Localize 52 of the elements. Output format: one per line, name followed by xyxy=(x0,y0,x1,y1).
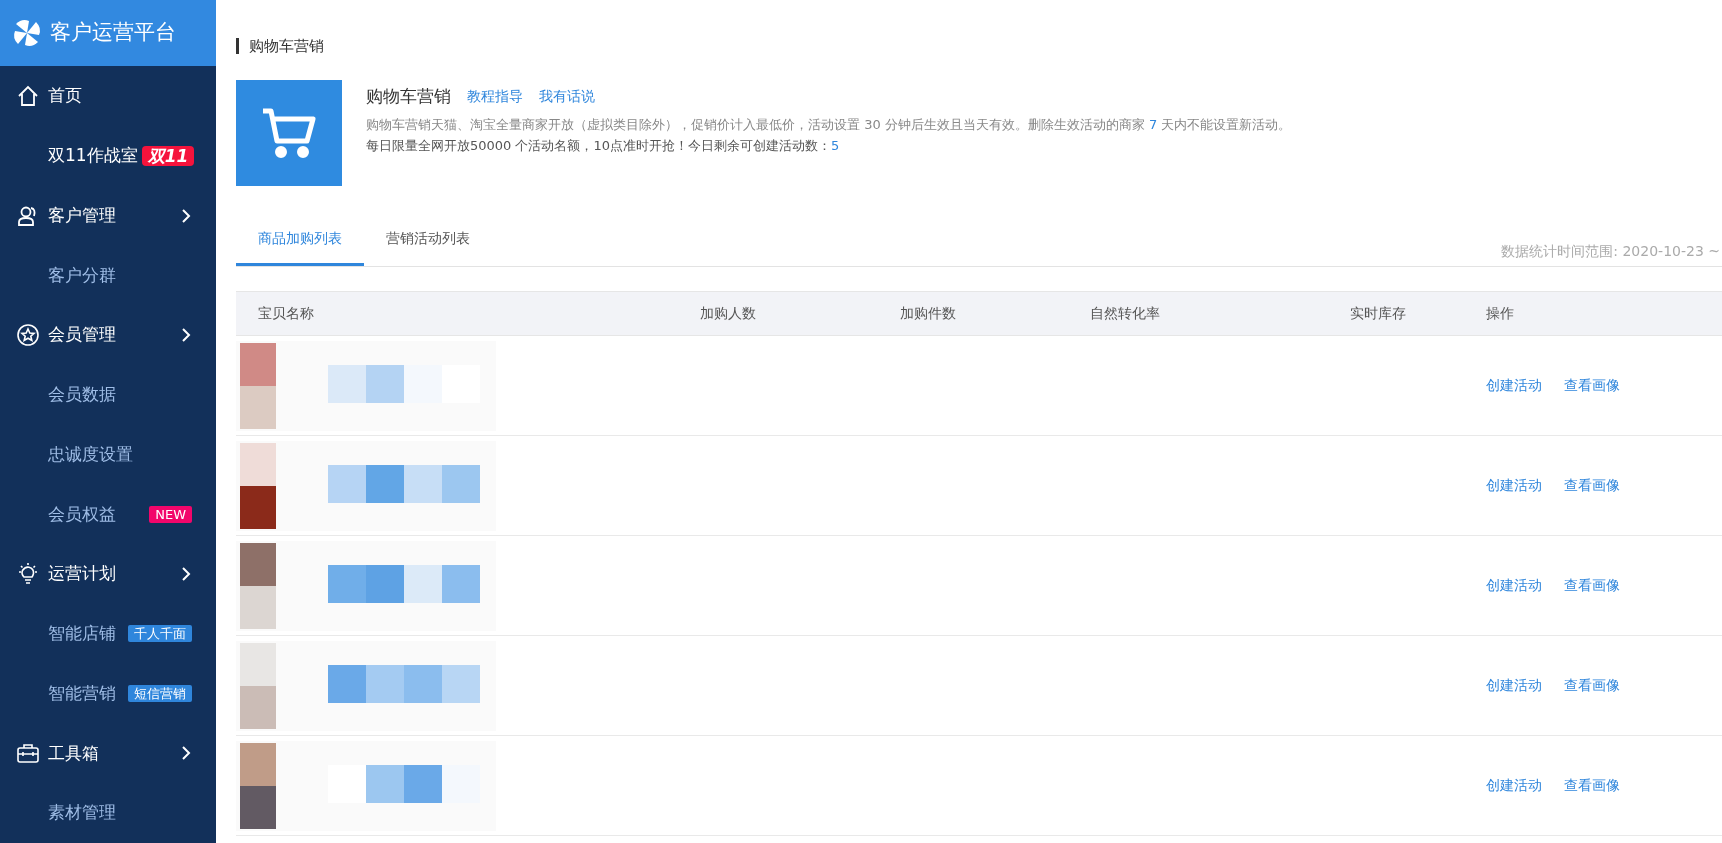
sidebar-item[interactable]: 会员数据 xyxy=(0,365,216,425)
action-link[interactable]: 查看画像 xyxy=(1564,577,1620,593)
sidebar-item[interactable]: 运营计划 xyxy=(0,544,216,604)
sidebar-item[interactable]: 客户分群 xyxy=(0,245,216,306)
date-range-text: 数据统计时间范围: 2020-10-23 ~ xyxy=(1501,242,1720,261)
action-link[interactable]: 创建活动 xyxy=(1486,477,1542,493)
action-link[interactable]: 查看画像 xyxy=(1564,477,1620,493)
sidebar-item[interactable]: 素材管理 xyxy=(0,783,216,843)
chevron-icon xyxy=(180,327,192,344)
brand-title: 客户运营平台 xyxy=(50,19,176,47)
sidebar-badge: 双11 xyxy=(141,145,195,166)
action-link[interactable]: 查看画像 xyxy=(1564,777,1620,793)
action-link[interactable]: 查看画像 xyxy=(1564,377,1620,393)
home-icon xyxy=(16,84,40,109)
tab[interactable]: 商品加购列表 xyxy=(236,214,364,266)
chevron-icon xyxy=(180,566,192,583)
page-title: 购物车营销 xyxy=(236,38,1722,54)
sidebar-item[interactable]: 会员管理 xyxy=(0,305,216,366)
sidebar-item[interactable]: 忠诚度设置 xyxy=(0,424,216,485)
sidebar-item[interactable]: 客户管理 xyxy=(0,185,216,246)
tab[interactable]: 营销活动列表 xyxy=(364,214,492,266)
quota-text: 每日限量全网开放50000 个活动名额，10点准时开抢！今日剩余可创建活动数：5 xyxy=(366,136,841,155)
description-text: 购物车营销天猫、淘宝全量商家开放（虚拟类目除外），促销价计入最低价，活动设置 30 分钟后生效且当天有效。删除生效活动的商家 7 天内不能设置新活动。 xyxy=(366,115,1292,134)
action-link[interactable]: 创建活动 xyxy=(1486,377,1542,393)
column-header: 加购件数 xyxy=(899,304,957,323)
sidebar-badge: NEW xyxy=(149,505,192,523)
column-header: 宝贝名称 xyxy=(257,304,315,323)
column-header: 加购人数 xyxy=(699,304,757,323)
link[interactable]: 教程指导 xyxy=(467,86,523,108)
cart-icon xyxy=(261,107,317,159)
column-header: 自然转化率 xyxy=(1089,304,1161,323)
sidebar-item[interactable]: 双11作战室 双11 xyxy=(0,126,216,186)
sidebar-item[interactable]: 首页 xyxy=(0,66,216,127)
action-link[interactable]: 查看画像 xyxy=(1564,677,1620,693)
sidebar-badge: 短信营销 xyxy=(128,685,192,703)
column-header: 实时库存 xyxy=(1349,304,1407,323)
column-header: 操作 xyxy=(1486,304,1515,323)
logo-icon xyxy=(12,18,42,49)
sidebar-item[interactable]: 智能店铺 千人千面 xyxy=(0,604,216,664)
chevron-icon xyxy=(180,207,192,224)
sidebar-badge: 千人千面 xyxy=(128,625,192,643)
lightbulb-icon xyxy=(16,562,40,587)
action-link[interactable]: 创建活动 xyxy=(1486,777,1542,793)
sidebar-item[interactable]: 会员权益 NEW xyxy=(0,484,216,545)
toolbox-icon xyxy=(16,741,40,766)
link[interactable]: 我有话说 xyxy=(539,86,595,108)
sidebar-item[interactable]: 智能营销 短信营销 xyxy=(0,663,216,724)
action-link[interactable]: 创建活动 xyxy=(1486,577,1542,593)
sidebar-item[interactable]: 工具箱 xyxy=(0,723,216,784)
action-link[interactable]: 创建活动 xyxy=(1486,677,1542,693)
intro-title: 购物车营销 xyxy=(366,85,451,108)
chevron-icon xyxy=(180,745,192,762)
